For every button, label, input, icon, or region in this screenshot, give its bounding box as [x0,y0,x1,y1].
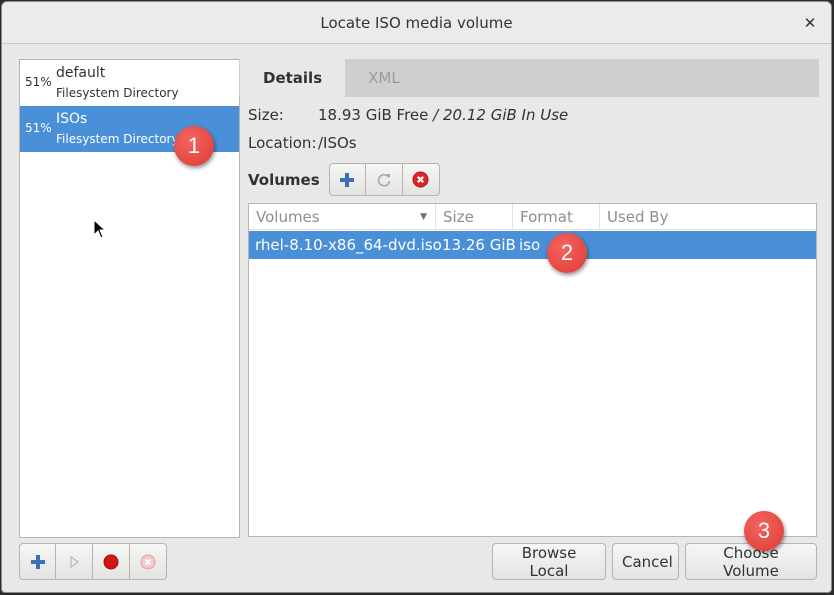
column-header-format[interactable]: Format [513,204,600,229]
plus-icon [30,554,45,569]
dialog-title: Locate ISO media volume [320,13,513,32]
delete-icon [412,171,429,188]
pool-type: Filesystem Directory [56,132,179,146]
volumes-label: Volumes [248,170,320,189]
table-row[interactable]: rhel-8.10-x86_64-dvd.iso 13.26 GiB iso [249,231,816,259]
refresh-volumes-button[interactable] [365,163,403,196]
browse-local-button[interactable]: Browse Local [492,543,606,580]
volume-size: 13.26 GiB [442,236,516,254]
pool-item-default[interactable]: 51% default Filesystem Directory [20,60,239,106]
refresh-icon [377,173,390,187]
pool-toolbar [19,543,167,581]
volume-name: rhel-8.10-x86_64-dvd.iso [255,236,442,254]
tab-xml[interactable]: XML [345,59,423,97]
size-separator: / [428,106,443,124]
table-header: Volumes ▼ Size Format Used By [249,204,816,230]
play-icon [70,555,80,568]
add-volume-button[interactable] [328,163,366,196]
volumes-table: Volumes ▼ Size Format Used By rhel-8.10-… [248,203,817,537]
volumes-header: Volumes [248,163,440,196]
step-marker-1: 1 [174,126,214,166]
column-header-used-by[interactable]: Used By [600,204,816,229]
location-row: Location:/ISOs [248,134,357,152]
size-row: Size: 18.93 GiB Free / 20.12 GiB In Use [248,106,568,124]
plus-icon [340,172,355,187]
delete-pool-button[interactable] [130,543,167,580]
column-label: Volumes [256,208,320,226]
column-header-volumes[interactable]: Volumes ▼ [249,204,436,229]
size-label: Size: [248,106,284,124]
stop-pool-button[interactable] [93,543,130,580]
tab-details[interactable]: Details [240,59,346,97]
close-icon[interactable]: ✕ [799,12,821,34]
size-in-use: 20.12 GiB In Use [442,106,569,124]
mouse-pointer-icon [93,219,107,239]
titlebar: Locate ISO media volume ✕ [2,2,831,44]
pool-name: ISOs [56,111,88,127]
pool-usage-percent: 51% [25,75,52,89]
delete-icon [140,554,156,569]
stop-icon [103,554,119,569]
start-pool-button[interactable] [56,543,93,580]
pool-name: default [56,65,106,81]
volume-used-by [600,231,816,259]
sort-down-icon: ▼ [420,212,427,222]
add-pool-button[interactable] [19,543,56,580]
pool-details-panel: Details XML Size: 18.93 GiB Free / 20.12 … [239,59,819,538]
details-tabs: Details XML [239,59,819,97]
pool-type: Filesystem Directory [56,86,179,100]
location-value: /ISOs [318,134,357,152]
volume-toolbar [328,163,440,196]
locate-iso-dialog: Locate ISO media volume ✕ 51% default Fi… [1,1,832,593]
step-marker-3: 3 [744,511,784,551]
choose-volume-button[interactable]: Choose Volume [685,543,817,580]
delete-volume-button[interactable] [402,163,440,196]
size-free: 18.93 GiB Free [318,106,429,124]
location-label: Location: [248,134,317,152]
cancel-button[interactable]: Cancel [612,543,679,580]
pool-usage-percent: 51% [25,121,52,135]
step-marker-2: 2 [547,233,587,273]
column-header-size[interactable]: Size [436,204,513,229]
